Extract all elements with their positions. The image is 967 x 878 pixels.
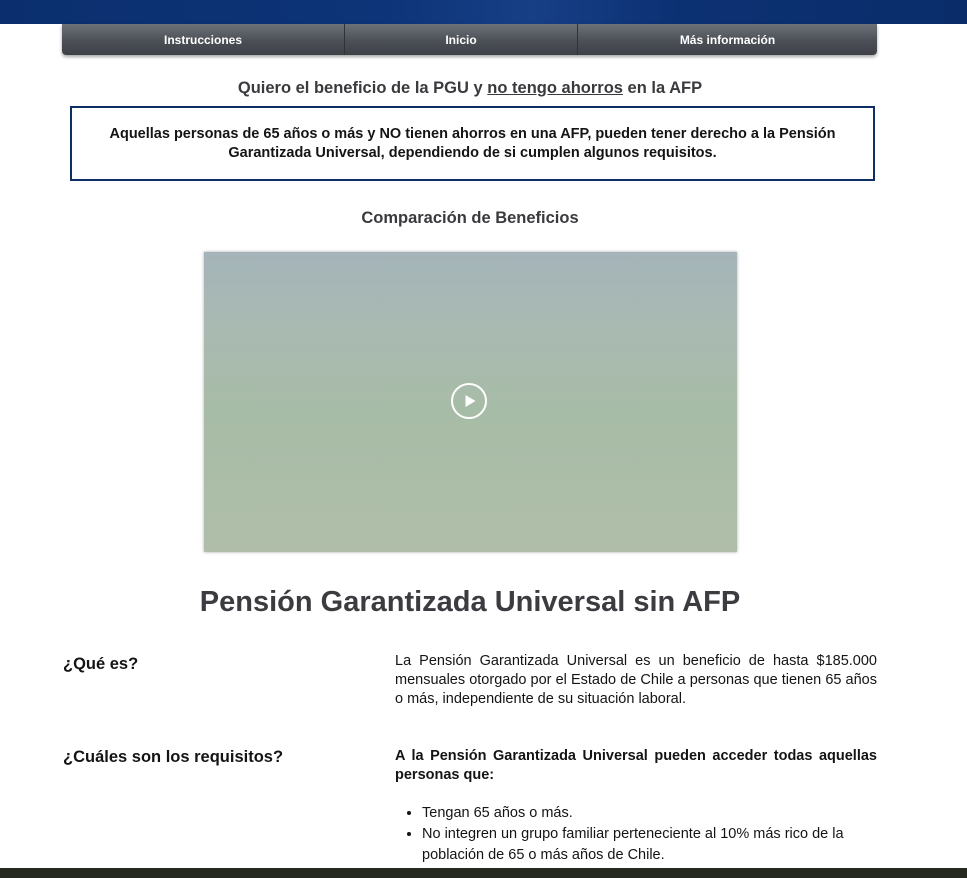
notice-box: Aquellas personas de 65 años o más y NO … (70, 106, 875, 181)
what-is-label: ¿Qué es? (63, 655, 139, 673)
comparison-heading: Comparación de Beneficios (361, 209, 579, 227)
list-item: No integren un grupo familiar pertenecie… (422, 824, 877, 866)
heading-suffix: en la AFP (627, 79, 703, 97)
nav-mas-informacion[interactable]: Más información (578, 24, 877, 55)
footer-band (0, 868, 967, 878)
notice-text: Aquellas personas de 65 años o más y NO … (109, 125, 836, 161)
benefit-heading: Quiero el beneficio de la PGU y no tengo… (0, 79, 940, 98)
requirements-intro: A la Pensión Garantizada Universal puede… (395, 748, 877, 783)
nav-instrucciones[interactable]: Instrucciones (62, 24, 345, 55)
header-band (0, 0, 967, 24)
page-title: Pensión Garantizada Universal sin AFP (199, 586, 741, 618)
requirements-label: ¿Cuáles son los requisitos? (63, 748, 284, 766)
nav-inicio[interactable]: Inicio (345, 24, 578, 55)
play-icon[interactable] (451, 383, 487, 419)
video-player[interactable] (204, 252, 737, 552)
heading-underlined: no tengo ahorros (487, 79, 623, 97)
heading-prefix: Quiero el beneficio de la PGU y (237, 79, 483, 97)
main-navbar: Instrucciones Inicio Más información (62, 24, 877, 55)
what-is-text: La Pensión Garantizada Universal es un b… (395, 653, 877, 707)
requirements-list: Tengan 65 años o más. No integren un gru… (395, 803, 877, 866)
list-item: Tengan 65 años o más. (422, 803, 877, 824)
